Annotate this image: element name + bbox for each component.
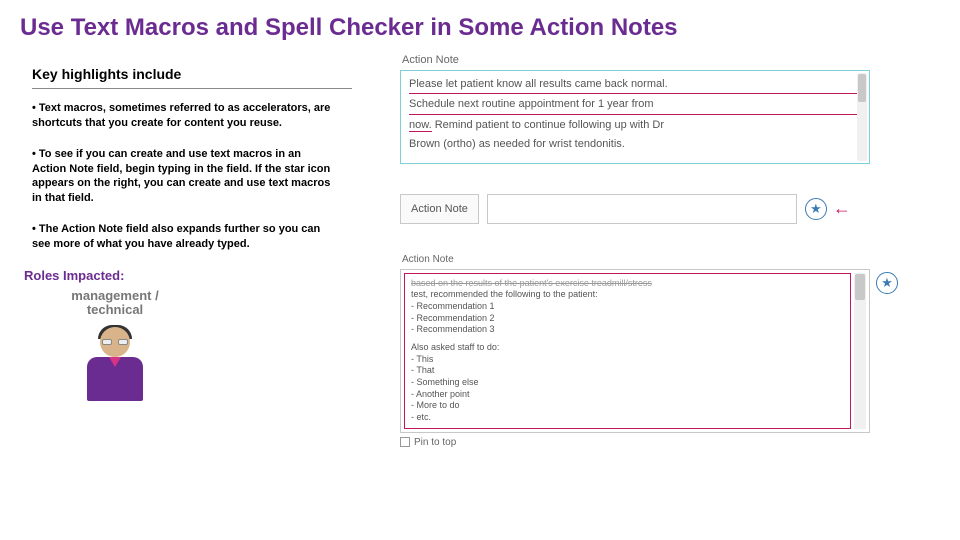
exp-line: test, recommended the following to the p… (411, 289, 844, 301)
slide-title: Use Text Macros and Spell Checker in Som… (0, 0, 960, 48)
scrollbar[interactable] (857, 73, 867, 161)
star-icon[interactable]: ★ (876, 272, 898, 294)
panel-label: Action Note (400, 254, 870, 265)
divider (32, 88, 352, 89)
exp-line: - Another point (411, 389, 844, 401)
exp-line: - Something else (411, 377, 844, 389)
bullet-3: • The Action Note field also expands fur… (32, 222, 332, 252)
action-note-expanded-panel: Action Note based on the results of the … (400, 254, 870, 448)
bullet-2: • To see if you can create and use text … (32, 147, 332, 206)
note-line-1: Please let patient know all results came… (409, 77, 861, 94)
arrow-icon: ← (833, 198, 851, 219)
expanded-note-textarea[interactable]: based on the results of the patient's ex… (404, 273, 851, 429)
pin-label: Pin to top (414, 437, 456, 448)
exp-line-top: based on the results of the patient's ex… (411, 278, 844, 290)
left-column: Key highlights include • Text macros, so… (20, 48, 380, 466)
pin-checkbox[interactable] (400, 437, 410, 447)
subheading: Key highlights include (20, 66, 380, 82)
exp-line: - Recommendation 3 (411, 324, 844, 336)
note-line-3: now. Remind patient to continue followin… (409, 118, 861, 134)
exp-line: - More to do (411, 400, 844, 412)
bullet-1: • Text macros, sometimes referred to as … (32, 101, 332, 131)
exp-line: - That (411, 365, 844, 377)
scrollbar[interactable] (854, 273, 866, 429)
action-note-empty-panel: Action Note ★ ← (400, 194, 940, 224)
roles-impacted-label: Roles Impacted: (24, 268, 380, 283)
note-line-4: Brown (ortho) as needed for wrist tendon… (409, 137, 861, 153)
exp-line: - Recommendation 2 (411, 313, 844, 325)
exp-line: - This (411, 354, 844, 366)
field-label: Action Note (400, 194, 479, 224)
exp-line: - Recommendation 1 (411, 301, 844, 313)
exp-line: Also asked staff to do: (411, 342, 844, 354)
role-name: management / technical (60, 289, 170, 318)
panel-label: Action Note (400, 54, 940, 66)
action-note-input[interactable] (487, 194, 797, 224)
star-icon[interactable]: ★ (805, 198, 827, 220)
note-line-2: Schedule next routine appointment for 1 … (409, 97, 861, 114)
exp-line: - etc. (411, 412, 844, 424)
role-avatar-block: management / technical (60, 289, 380, 402)
avatar-icon (80, 321, 150, 401)
right-column: Action Note Please let patient know all … (380, 48, 940, 466)
content-columns: Key highlights include • Text macros, so… (0, 48, 960, 466)
action-note-filled-panel: Action Note Please let patient know all … (400, 54, 940, 164)
action-note-textarea[interactable]: Please let patient know all results came… (400, 70, 870, 164)
pin-to-top-row: Pin to top (400, 437, 870, 448)
